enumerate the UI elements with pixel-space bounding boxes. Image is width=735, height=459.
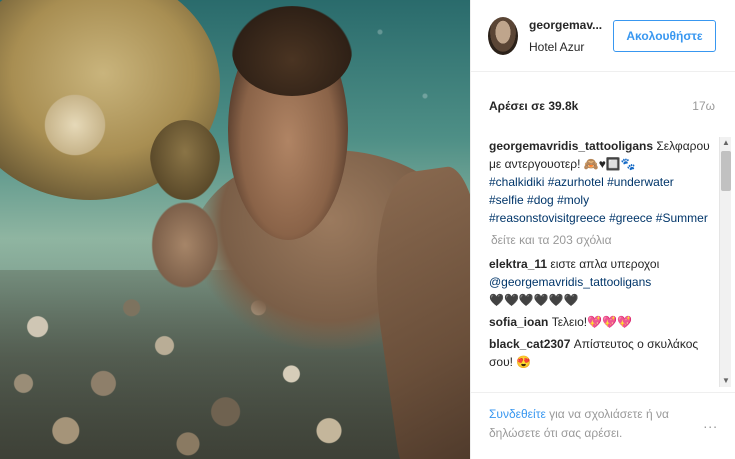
scroll-up-arrow-icon[interactable]: ▲ (720, 137, 732, 149)
man-hand (150, 200, 220, 290)
comment-text-tail: 🖤🖤🖤🖤🖤🖤 (489, 293, 579, 307)
dog-paw (40, 90, 110, 160)
post-header: georgemav... Hotel Azur Ακολουθήστε (471, 0, 735, 72)
hashtag-link[interactable]: #dog (527, 193, 554, 207)
mention-link[interactable]: @georgemavridis_tattooligans (489, 275, 651, 289)
comment-text: Τελειο!💖💖💖 (548, 315, 632, 329)
hashtag-link[interactable]: #greece (609, 211, 652, 225)
comments-scrollbar[interactable]: ▲ ▼ (719, 137, 731, 387)
likes-count[interactable]: Αρέσει σε 39.8k (489, 99, 578, 113)
comments-list: georgemavridis_tattooligans Σελφαρου με … (489, 137, 714, 387)
hashtag-link[interactable]: #chalkidiki (489, 175, 544, 189)
login-link[interactable]: Συνδεθείτε (489, 407, 546, 421)
avatar[interactable] (488, 17, 518, 55)
comment-username[interactable]: elektra_11 (489, 257, 547, 271)
scroll-down-arrow-icon[interactable]: ▼ (720, 375, 732, 387)
follow-button[interactable]: Ακολουθήστε (613, 20, 716, 52)
post-time: 17ω (692, 99, 715, 113)
post-footer: Συνδεθείτε για να σχολιάσετε ή να δηλώσε… (471, 392, 735, 459)
username-link[interactable]: georgemav... (529, 18, 602, 32)
hashtag-link[interactable]: #selfie (489, 193, 524, 207)
dog-snout (150, 120, 220, 200)
hashtag-link[interactable]: #moly (557, 193, 589, 207)
post-sidebar: georgemav... Hotel Azur Ακολουθήστε Αρέσ… (470, 0, 735, 459)
view-more-comments[interactable]: δείτε και τα 203 σχόλια (491, 231, 714, 249)
caption-username[interactable]: georgemavridis_tattooligans (489, 139, 653, 153)
comment-text: ειστε απλα υπεροχοι (547, 257, 660, 271)
more-options-icon[interactable]: ... (703, 415, 718, 431)
caption: georgemavridis_tattooligans Σελφαρου με … (489, 137, 714, 227)
post-photo[interactable] (0, 0, 470, 459)
hashtag-link[interactable]: #azurhotel (548, 175, 604, 189)
comment-item: black_cat2307 Απίστευτος ο σκυλάκος σου!… (489, 335, 714, 371)
man-hair (232, 6, 352, 96)
comment-item: elektra_11 ειστε απλα υπεροχοι @georgema… (489, 255, 714, 309)
scroll-thumb[interactable] (721, 151, 731, 191)
hashtag-link[interactable]: #reasonstovisitgreece (489, 211, 606, 225)
hashtag-link[interactable]: #Summer (656, 211, 708, 225)
login-prompt: Συνδεθείτε για να σχολιάσετε ή να δηλώσε… (489, 405, 679, 443)
hashtag-link[interactable]: #underwater (607, 175, 674, 189)
caption-tags: #chalkidiki #azurhotel #underwater #self… (489, 175, 708, 225)
comment-item: sofia_ioan Τελειο!💖💖💖 (489, 313, 714, 331)
location-link[interactable]: Hotel Azur (529, 40, 584, 54)
comment-username[interactable]: sofia_ioan (489, 315, 548, 329)
comment-username[interactable]: black_cat2307 (489, 337, 570, 351)
